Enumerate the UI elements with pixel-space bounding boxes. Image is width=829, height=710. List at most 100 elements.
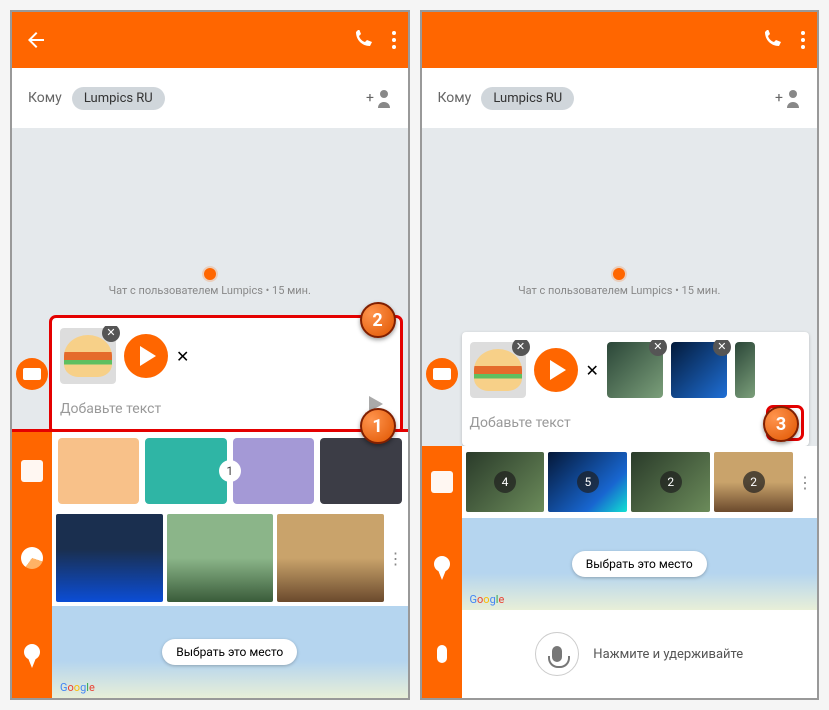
conversation-area: Чат с пользователем Lumpics • 15 мин. (12, 128, 408, 318)
attachments-row: ✕ ✕ (60, 326, 392, 386)
more-icon[interactable]: ⋮ (797, 473, 813, 492)
sticker-icon (21, 460, 43, 482)
svg-text:+: + (366, 90, 374, 106)
status-dot (613, 268, 625, 280)
more-icon[interactable] (392, 31, 396, 49)
chat-status: Чат с пользователем Lumpics • 15 мин. (12, 284, 408, 297)
add-person-icon[interactable]: + (366, 88, 392, 108)
location-tab[interactable] (422, 518, 462, 610)
voice-hint: Нажмите и удерживайте (593, 647, 743, 662)
input-row: Добавьте текст MMS (470, 400, 802, 446)
sticker-thumb[interactable] (145, 438, 226, 504)
mic-icon (552, 646, 562, 662)
callout-badge-2: 2 (360, 302, 396, 338)
voice-row: Нажмите и удерживайте (422, 610, 818, 698)
compose-area: ✕ ✕ ✕ ✕ Добавьте текст MMS (462, 332, 810, 446)
attachment-image[interactable] (735, 342, 755, 398)
keyboard-toggle[interactable] (426, 358, 458, 390)
gallery-row: 4 5 2 2 ⋮ (422, 446, 818, 518)
conversation-area: Чат с пользователем Lumpics • 15 мин. (422, 128, 818, 332)
add-person-icon[interactable]: + (775, 88, 801, 108)
recipient-bar: Кому Lumpics RU + (12, 68, 408, 128)
attachment-audio-play[interactable] (534, 348, 578, 392)
svg-text:+: + (775, 90, 783, 106)
remove-icon[interactable]: ✕ (176, 347, 189, 366)
map-preview[interactable]: Выбрать это место Google (462, 518, 818, 610)
remove-icon[interactable]: ✕ (713, 340, 731, 356)
attach-panel: 1 ⋮ Выбрать это место Google (12, 432, 408, 698)
remove-icon[interactable]: ✕ (586, 361, 599, 380)
gallery-icon (431, 471, 453, 493)
call-icon[interactable] (352, 30, 372, 50)
to-label: Кому (438, 90, 472, 106)
play-icon (550, 360, 566, 380)
call-icon[interactable] (761, 30, 781, 50)
keyboard-icon (433, 368, 451, 380)
sticker-tab[interactable] (12, 432, 52, 510)
remove-icon[interactable]: ✕ (512, 340, 530, 356)
recipient-bar: Кому Lumpics RU + (422, 68, 818, 128)
message-input[interactable]: Добавьте текст (60, 401, 352, 417)
attachment-sticker[interactable]: ✕ (60, 328, 116, 384)
gallery-thumb[interactable] (277, 514, 384, 602)
back-icon[interactable] (24, 28, 48, 52)
voice-tab[interactable] (422, 610, 462, 698)
phone-right: Кому Lumpics RU + Чат с пользователем Lu… (420, 10, 820, 700)
voice-record-button[interactable]: Нажмите и удерживайте (462, 610, 818, 698)
count-badge: 4 (494, 471, 516, 493)
remove-icon[interactable]: ✕ (102, 326, 120, 342)
callout-badge-1: 1 (360, 408, 396, 444)
sticker-thumb[interactable]: 1 (233, 438, 314, 504)
gallery-thumb[interactable] (56, 514, 163, 602)
location-row: Выбрать это место Google (12, 606, 408, 698)
keyboard-toggle[interactable] (16, 358, 48, 390)
attach-panel: 4 5 2 2 ⋮ Выбрать это место Google Нажми… (422, 446, 818, 698)
sticker-thumb[interactable] (320, 438, 401, 504)
recipient-chip[interactable]: Lumpics RU (72, 87, 165, 110)
sticker-thumb[interactable] (58, 438, 139, 504)
count-badge: 5 (577, 471, 599, 493)
location-row: Выбрать это место Google (422, 518, 818, 610)
count-badge: 1 (219, 460, 241, 482)
mic-circle (535, 632, 579, 676)
map-preview[interactable]: Выбрать это место Google (52, 606, 408, 698)
gallery-row: ⋮ (12, 510, 408, 606)
attachment-image[interactable]: ✕ (671, 342, 727, 398)
gallery-thumb[interactable] (167, 514, 274, 602)
sticker-row: 1 (12, 432, 408, 510)
gallery-thumb[interactable]: 2 (631, 452, 710, 512)
recipient-chip[interactable]: Lumpics RU (481, 87, 574, 110)
map-provider-label: Google (470, 593, 505, 606)
gallery-icon (21, 547, 43, 569)
select-place-button[interactable]: Выбрать это место (162, 639, 297, 665)
remove-icon[interactable]: ✕ (649, 340, 667, 356)
location-tab[interactable] (12, 606, 52, 698)
chat-status: Чат с пользователем Lumpics • 15 мин. (422, 284, 818, 297)
keyboard-icon (23, 368, 41, 380)
count-badge: 2 (743, 471, 765, 493)
count-badge: 2 (660, 471, 682, 493)
play-icon (140, 346, 156, 366)
gallery-tab[interactable] (422, 446, 462, 518)
compose-area: ✕ ✕ Добавьте текст MMS (52, 318, 400, 432)
message-input[interactable]: Добавьте текст (470, 415, 762, 431)
pin-icon (24, 644, 40, 660)
status-dot (204, 268, 216, 280)
more-icon[interactable] (801, 31, 805, 49)
more-icon[interactable]: ⋮ (388, 549, 404, 568)
attachment-sticker[interactable]: ✕ (470, 342, 526, 398)
gallery-tab[interactable] (12, 510, 52, 606)
gallery-thumb[interactable]: 4 (466, 452, 545, 512)
pin-icon (434, 556, 450, 572)
attachment-audio-play[interactable] (124, 334, 168, 378)
gallery-thumb[interactable]: 5 (548, 452, 627, 512)
phone-left: Кому Lumpics RU + Чат с пользователем Lu… (10, 10, 410, 700)
gallery-thumb[interactable]: 2 (714, 452, 793, 512)
callout-badge-3: 3 (763, 406, 799, 442)
select-place-button[interactable]: Выбрать это место (572, 551, 707, 577)
burger-sticker-icon (64, 335, 112, 377)
mic-icon (437, 645, 447, 663)
attachment-image[interactable]: ✕ (607, 342, 663, 398)
burger-sticker-icon (474, 349, 522, 391)
app-bar (422, 12, 818, 68)
